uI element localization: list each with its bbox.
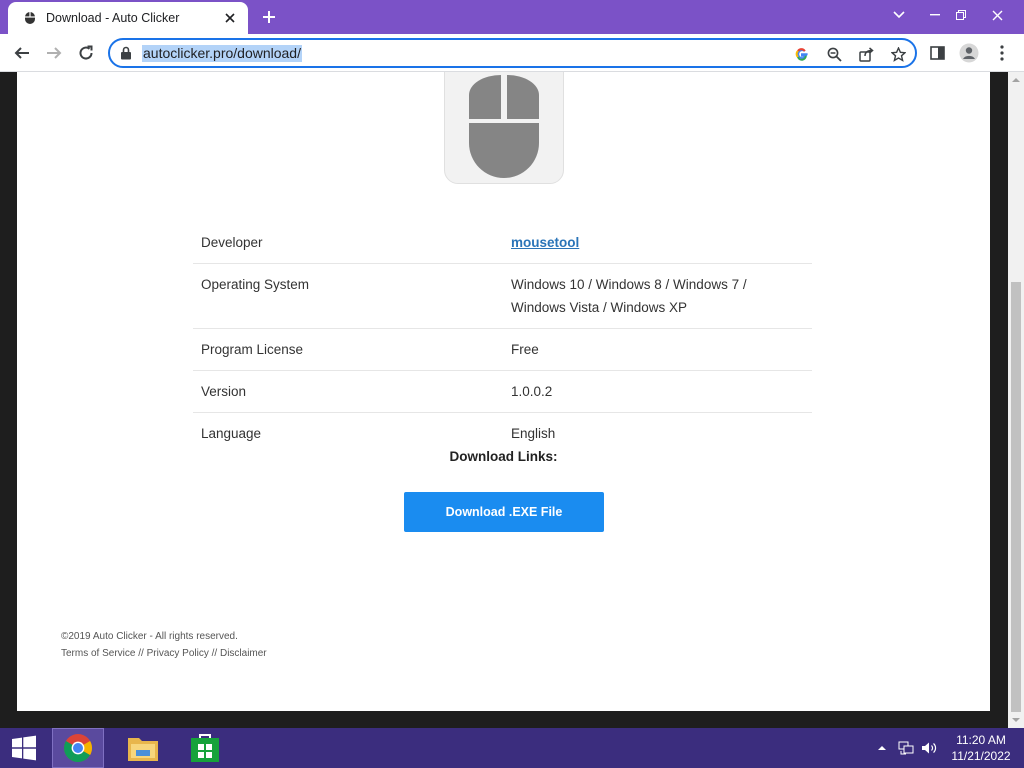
file-explorer-icon[interactable] (117, 728, 169, 768)
windows-taskbar: 11:20 AM 11/21/2022 (0, 728, 1024, 768)
detail-label: Program License (193, 328, 503, 371)
chrome-icon[interactable] (52, 728, 104, 768)
clock-date: 11/21/2022 (951, 749, 1011, 763)
page-footer: ©2019 Auto Clicker - All rights reserved… (61, 628, 267, 662)
forward-arrow-icon[interactable] (40, 39, 68, 67)
bookmark-star-icon[interactable] (888, 44, 908, 64)
footer-separator: // (135, 648, 147, 659)
disclaimer-link[interactable]: Disclaimer (220, 648, 267, 659)
detail-label: Operating System (193, 263, 503, 329)
google-translate-icon[interactable] (792, 44, 812, 64)
scroll-up-arrow-icon[interactable] (1012, 76, 1020, 84)
restore-icon[interactable] (944, 0, 978, 30)
close-tab-icon[interactable] (222, 10, 238, 26)
close-window-icon[interactable] (980, 0, 1014, 30)
taskbar-clock[interactable]: 11:20 AM 11/21/2022 (944, 732, 1018, 764)
developer-link[interactable]: mousetool (511, 235, 579, 250)
table-row: Language English (193, 413, 812, 455)
detail-value: Free (503, 328, 812, 371)
privacy-policy-link[interactable]: Privacy Policy (147, 648, 209, 659)
detail-value: 1.0.0.2 (503, 370, 812, 413)
clock-time: 11:20 AM (956, 733, 1006, 747)
browser-tab[interactable]: Download - Auto Clicker (8, 2, 248, 34)
detail-value: mousetool (503, 222, 812, 264)
scrollbar-thumb[interactable] (1011, 282, 1021, 712)
scroll-down-arrow-icon[interactable] (1012, 716, 1020, 724)
page-content: Developer mousetool Operating System Win… (17, 72, 990, 711)
windows-start-icon[interactable] (0, 728, 48, 768)
store-icon[interactable] (179, 728, 231, 768)
new-tab-button[interactable] (258, 6, 280, 28)
detail-label: Developer (193, 222, 503, 264)
tab-search-chevron-icon[interactable] (882, 0, 916, 30)
table-row: Version 1.0.0.2 (193, 370, 812, 413)
profile-avatar-icon[interactable] (955, 39, 983, 67)
lock-icon[interactable] (120, 46, 134, 60)
program-details-table: Developer mousetool Operating System Win… (193, 222, 812, 454)
download-links-heading: Download Links: (449, 449, 558, 464)
table-row: Developer mousetool (193, 222, 812, 264)
footer-links: Terms of Service // Privacy Policy // Di… (61, 645, 267, 662)
network-icon[interactable] (898, 740, 914, 756)
detail-value: English (511, 426, 556, 441)
download-exe-button[interactable]: Download .EXE File (404, 492, 604, 532)
browser-titlebar: Download - Auto Clicker (0, 0, 1024, 34)
detail-label: Language (201, 426, 262, 441)
show-hidden-icons-icon[interactable] (874, 740, 890, 756)
detail-value: Windows 10 / Windows 8 / Windows 7 / Win… (503, 263, 812, 329)
share-icon[interactable] (856, 44, 876, 64)
url-text[interactable]: autoclicker.pro/download/ (142, 45, 302, 62)
page-scrollbar[interactable] (1008, 72, 1024, 728)
side-panel-icon[interactable] (923, 39, 951, 67)
table-row: Program License Free (193, 328, 812, 371)
terms-of-service-link[interactable]: Terms of Service (61, 648, 135, 659)
detail-label: Version (193, 370, 503, 413)
browser-toolbar: autoclicker.pro/download/ (0, 34, 1024, 72)
zoom-out-icon[interactable] (824, 44, 844, 64)
page-viewport: Developer mousetool Operating System Win… (0, 72, 1008, 728)
tab-title: Download - Auto Clicker (46, 11, 180, 25)
table-row: Operating System Windows 10 / Windows 8 … (193, 263, 812, 329)
copyright-text: ©2019 Auto Clicker - All rights reserved… (61, 631, 238, 642)
footer-separator: // (208, 648, 220, 659)
back-arrow-icon[interactable] (8, 39, 36, 67)
mouse-favicon-icon (22, 10, 38, 26)
menu-kebab-icon[interactable] (988, 39, 1016, 67)
volume-icon[interactable] (921, 740, 937, 756)
auto-clicker-mouse-icon (444, 72, 564, 184)
address-bar[interactable]: autoclicker.pro/download/ (108, 38, 917, 68)
reload-icon[interactable] (72, 39, 100, 67)
